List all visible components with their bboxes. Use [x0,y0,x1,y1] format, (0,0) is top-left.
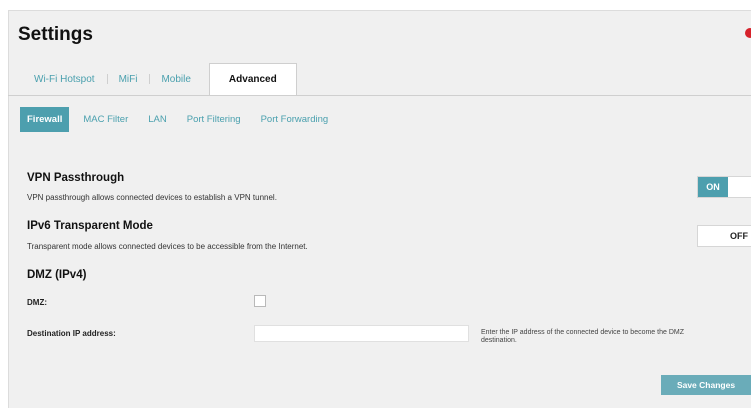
tab-bar: Wi-Fi Hotspot MiFi Mobile Advanced [20,63,297,95]
subtab-lan[interactable]: LAN [148,114,166,125]
destination-ip-hint: Enter the IP address of the connected de… [481,329,684,344]
vpn-passthrough-description: VPN passthrough allows connected devices… [27,193,277,202]
tab-divider [8,95,751,96]
save-changes-button[interactable]: Save Changes [661,375,751,395]
ipv6-transparent-description: Transparent mode allows connected device… [27,242,308,251]
ipv6-transparent-toggle[interactable]: OFF [697,225,751,247]
alert-dot-icon [745,28,751,38]
page-title: Settings [18,24,93,45]
vpn-toggle-label: ON [698,177,728,197]
dmz-label: DMZ: [27,298,47,307]
tab-wifi-hotspot[interactable]: Wi-Fi Hotspot [20,63,107,95]
subtab-bar: Firewall MAC Filter LAN Port Filtering P… [20,106,348,132]
tab-mobile[interactable]: Mobile [149,63,202,95]
dmz-checkbox[interactable] [254,295,266,307]
tab-mifi[interactable]: MiFi [106,63,150,95]
subtab-firewall[interactable]: Firewall [20,106,70,132]
subtab-port-forwarding[interactable]: Port Forwarding [261,114,329,125]
dmz-heading: DMZ (IPv4) [27,269,87,281]
subtab-port-filtering[interactable]: Port Filtering [187,114,241,125]
subtab-mac-filter[interactable]: MAC Filter [83,114,128,125]
vpn-passthrough-heading: VPN Passthrough [27,172,125,184]
ipv6-transparent-heading: IPv6 Transparent Mode [27,220,153,232]
destination-ip-label: Destination IP address: [27,329,116,338]
tab-advanced[interactable]: Advanced [208,63,297,95]
destination-ip-input[interactable] [254,325,469,342]
ipv6-toggle-label: OFF [730,231,748,241]
vpn-passthrough-toggle[interactable]: ON [697,176,751,198]
